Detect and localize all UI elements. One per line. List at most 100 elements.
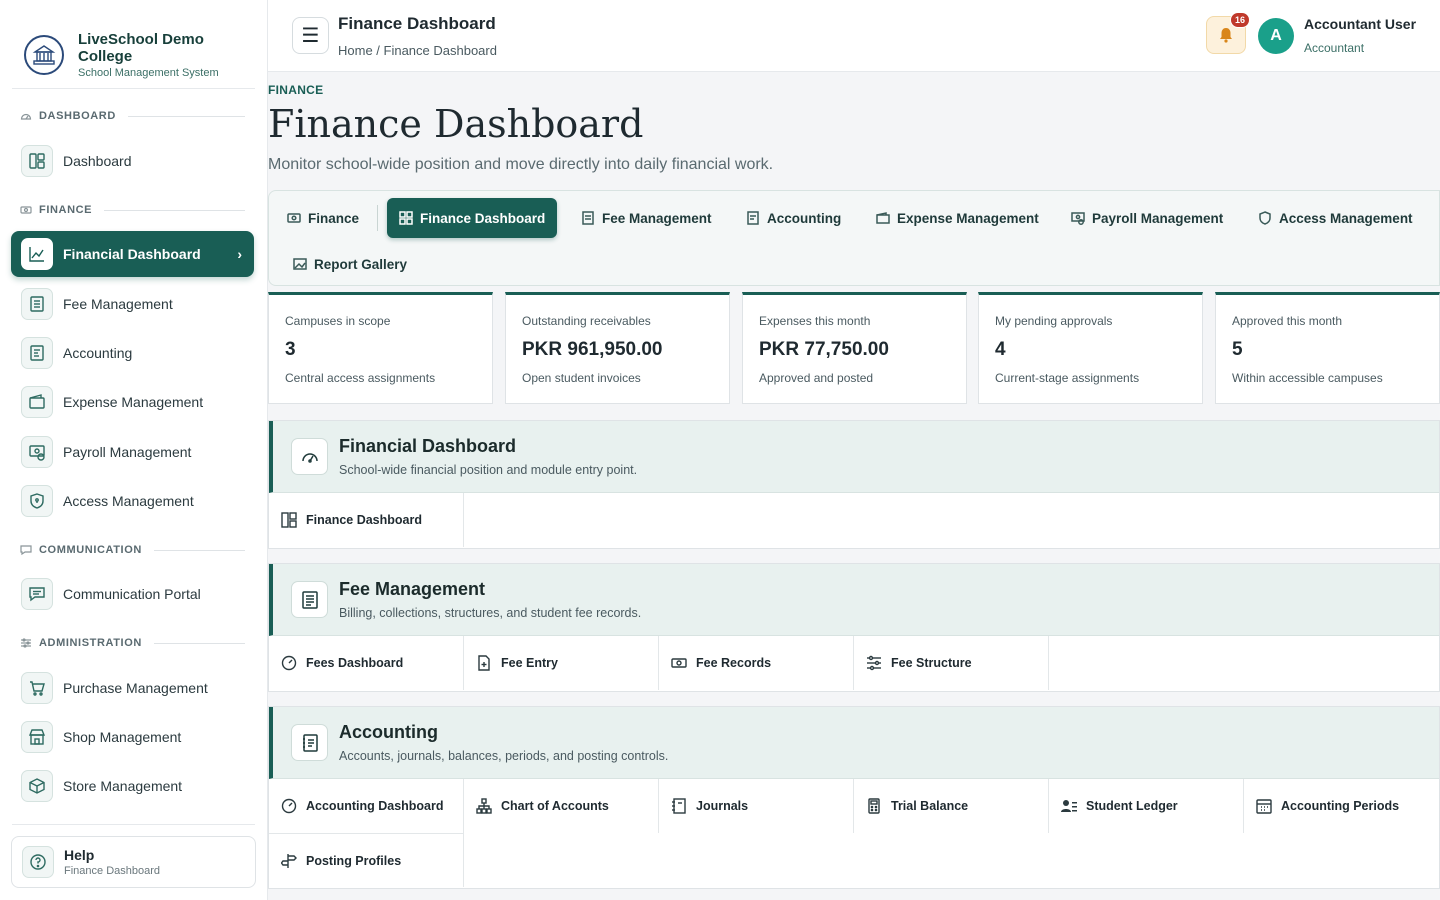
module-tabs: Finance Finance Dashboard Fee Management…	[268, 190, 1440, 286]
module-title: Fee Management	[339, 579, 486, 599]
stat-label: Approved this month	[1232, 314, 1343, 328]
link-accounting-periods[interactable]: Accounting Periods	[1244, 779, 1439, 833]
link-chart-of-accounts[interactable]: Chart of Accounts	[464, 779, 659, 833]
chevron-right-icon: ›	[237, 246, 242, 262]
ledger-icon	[291, 724, 328, 761]
stat-note: Open student invoices	[522, 371, 641, 385]
module-title: Accounting	[339, 722, 438, 742]
menu-toggle-button[interactable]: ☰	[292, 17, 329, 54]
section-label: ADMINISTRATION	[39, 637, 142, 649]
chat-icon	[20, 545, 32, 556]
page-title: Finance Dashboard	[268, 102, 644, 146]
stat-note: Approved and posted	[759, 371, 874, 385]
stat-card-approved: Approved this month 5 Within accessible …	[1215, 292, 1440, 404]
tab-label: Payroll Management	[1092, 210, 1224, 226]
sidebar-item-label: Store Management	[63, 778, 183, 794]
signpost-icon	[281, 853, 297, 868]
module-subtitle: Accounts, journals, balances, periods, a…	[339, 749, 669, 763]
link-label: Student Ledger	[1086, 799, 1178, 813]
payroll-icon	[1071, 212, 1085, 225]
help-button[interactable]: Help Finance Dashboard	[11, 836, 256, 888]
tab-accounting[interactable]: Accounting	[734, 198, 853, 238]
image-icon	[293, 258, 307, 270]
top-header: ☰ Finance Dashboard Home / Finance Dashb…	[268, 0, 1440, 72]
hamburger-icon: ☰	[301, 25, 320, 47]
sidebar-item-payroll-management[interactable]: Payroll Management	[11, 429, 254, 475]
sidebar-item-financial-dashboard[interactable]: Financial Dashboard ›	[11, 231, 254, 277]
link-fee-records[interactable]: Fee Records	[659, 636, 854, 690]
grid-icon	[399, 211, 413, 225]
tab-label: Finance	[308, 210, 360, 226]
sidebar-item-label: Payroll Management	[63, 444, 192, 460]
module-accounting: Accounting Accounts, journals, balances,…	[268, 706, 1440, 889]
section-label: FINANCE	[39, 204, 93, 216]
breadcrumb[interactable]: Home / Finance Dashboard	[338, 43, 497, 58]
sidebar-item-label: Expense Management	[63, 394, 204, 410]
tab-label: Accounting	[767, 210, 842, 226]
hierarchy-icon	[476, 798, 492, 814]
gauge-icon	[281, 655, 297, 671]
tab-payroll-management[interactable]: Payroll Management	[1059, 198, 1235, 238]
chart-line-icon	[21, 238, 53, 270]
link-fee-entry[interactable]: Fee Entry	[464, 636, 659, 690]
link-label: Fee Structure	[891, 656, 972, 670]
sidebar-item-accounting[interactable]: Accounting	[11, 330, 254, 376]
shield-icon	[21, 485, 53, 517]
sidebar-item-fee-management[interactable]: Fee Management	[11, 281, 254, 327]
stat-note: Within accessible campuses	[1232, 371, 1383, 385]
sidebar-item-dashboard[interactable]: Dashboard	[11, 138, 254, 184]
sidebar-item-store-management[interactable]: Store Management	[11, 763, 254, 809]
sidebar-item-label: Purchase Management	[63, 680, 208, 696]
link-fees-dashboard[interactable]: Fees Dashboard	[269, 636, 464, 690]
avatar[interactable]: A	[1258, 18, 1294, 54]
journal-icon	[672, 798, 686, 814]
help-title: Help	[64, 847, 95, 863]
sidebar-item-purchase-management[interactable]: Purchase Management	[11, 665, 254, 711]
ledger-icon	[21, 337, 53, 369]
stat-value: PKR 961,950.00	[522, 339, 663, 360]
sidebar-item-label: Fee Management	[63, 296, 173, 312]
link-trial-balance[interactable]: Trial Balance	[854, 779, 1049, 833]
sidebar-item-label: Access Management	[63, 493, 194, 509]
link-posting-profiles[interactable]: Posting Profiles	[269, 833, 464, 887]
sidebar-item-label: Communication Portal	[63, 586, 201, 602]
sidebar-item-label: Accounting	[63, 345, 133, 361]
tab-access-management[interactable]: Access Management	[1246, 198, 1425, 238]
module-fee-management: Fee Management Billing, collections, str…	[268, 563, 1440, 692]
section-label: DASHBOARD	[39, 110, 116, 122]
section-administration: ADMINISTRATION	[20, 637, 245, 649]
receipt-icon	[21, 288, 53, 320]
tab-report-gallery[interactable]: Report Gallery	[281, 244, 419, 284]
link-accounting-dashboard[interactable]: Accounting Dashboard	[269, 779, 464, 833]
link-label: Fee Entry	[501, 656, 558, 670]
module-subtitle: School-wide financial position and modul…	[339, 463, 638, 477]
tab-fee-management[interactable]: Fee Management	[569, 198, 724, 238]
tab-finance[interactable]: Finance	[275, 198, 371, 238]
link-fee-structure[interactable]: Fee Structure	[854, 636, 1049, 690]
file-plus-icon	[478, 655, 490, 671]
store-icon	[21, 721, 53, 753]
sidebar-item-expense-management[interactable]: Expense Management	[11, 379, 254, 425]
gauge-icon	[291, 438, 328, 475]
module-header: Fee Management Billing, collections, str…	[269, 564, 1439, 636]
link-journals[interactable]: Journals	[659, 779, 854, 833]
tab-expense-management[interactable]: Expense Management	[864, 198, 1051, 238]
sidebar-item-shop-management[interactable]: Shop Management	[11, 714, 254, 760]
user-name[interactable]: Accountant User	[1304, 16, 1416, 32]
stat-note: Central access assignments	[285, 371, 436, 385]
gauge-icon	[20, 113, 32, 120]
tab-finance-dashboard[interactable]: Finance Dashboard	[387, 198, 558, 238]
sidebar-item-access-management[interactable]: Access Management	[11, 478, 254, 524]
sliders-icon	[867, 655, 881, 671]
module-subtitle: Billing, collections, structures, and st…	[339, 606, 642, 620]
divider	[12, 88, 255, 89]
sidebar-item-communication-portal[interactable]: Communication Portal	[11, 571, 254, 617]
brand[interactable]: LiveSchool Demo College School Managemen…	[0, 0, 267, 88]
link-finance-dashboard[interactable]: Finance Dashboard	[269, 493, 464, 547]
module-financial-dashboard: Financial Dashboard School-wide financia…	[268, 420, 1440, 549]
page-subtitle: Monitor school-wide position and move di…	[268, 156, 774, 173]
link-label: Posting Profiles	[306, 853, 402, 868]
sidebar: LiveSchool Demo College School Managemen…	[0, 0, 268, 900]
wallet-icon	[876, 212, 890, 224]
link-student-ledger[interactable]: Student Ledger	[1049, 779, 1244, 833]
